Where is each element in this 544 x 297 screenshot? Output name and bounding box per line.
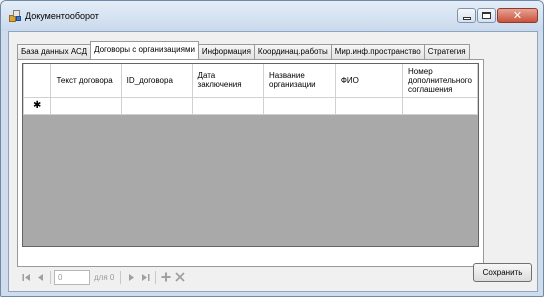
column-header-organization-name[interactable]: Название организации <box>263 64 336 98</box>
tab-page-contracts: Текст договора ID_договора Дата заключен… <box>17 59 484 267</box>
contracts-data-grid[interactable]: Текст договора ID_договора Дата заключен… <box>22 63 479 247</box>
add-new-icon[interactable] <box>159 270 173 284</box>
tab-strip: База данных АСД Договоры с организациями… <box>17 41 470 59</box>
form-client-area: База данных АСД Договоры с организациями… <box>8 31 538 292</box>
maximize-button[interactable] <box>477 8 496 23</box>
record-count-label: для 0 <box>94 272 115 282</box>
window-title: Документооборот <box>25 11 99 21</box>
cell-contract-id[interactable] <box>120 96 193 115</box>
close-button[interactable]: ✕ <box>497 8 538 23</box>
maximize-icon <box>482 12 491 19</box>
cell-contract-text[interactable] <box>50 96 122 115</box>
tab-contracts[interactable]: Договоры с организациями <box>90 41 199 59</box>
save-button[interactable]: Сохранить <box>473 263 532 282</box>
app-icon <box>9 10 21 22</box>
app-window: Документооборот ✕ База данных АСД Догово… <box>0 0 544 297</box>
column-header-contract-id[interactable]: ID_договора <box>120 64 193 98</box>
column-header-contract-text[interactable]: Текст договора <box>50 64 122 98</box>
binding-navigator: 0 для 0 <box>19 266 187 288</box>
grid-table: Текст договора ID_договора Дата заключен… <box>23 64 478 115</box>
navigator-separator <box>155 270 157 284</box>
table-row-new[interactable]: ✱ <box>23 96 478 115</box>
tab-information[interactable]: Информация <box>197 44 255 59</box>
column-header-conclusion-date[interactable]: Дата заключения <box>191 64 265 98</box>
navigator-separator <box>50 270 51 284</box>
minimize-icon <box>462 16 471 20</box>
position-input[interactable]: 0 <box>54 269 90 285</box>
title-bar[interactable]: Документооборот ✕ <box>1 1 543 31</box>
move-last-icon[interactable] <box>138 270 152 284</box>
cell-organization-name[interactable] <box>263 96 336 115</box>
column-header-agreement-number[interactable]: Номер дополнительного соглашения <box>402 64 478 98</box>
column-header-full-name[interactable]: ФИО <box>334 64 404 98</box>
tab-strategy[interactable]: Стратегия <box>423 44 470 59</box>
row-header-corner[interactable] <box>23 64 52 98</box>
cell-conclusion-date[interactable] <box>191 96 265 115</box>
close-icon: ✕ <box>512 9 523 22</box>
move-previous-icon[interactable] <box>33 270 47 284</box>
move-first-icon[interactable] <box>19 270 33 284</box>
cell-full-name[interactable] <box>334 96 404 115</box>
new-row-marker-icon[interactable]: ✱ <box>23 96 52 115</box>
tab-asd-database[interactable]: База данных АСД <box>17 44 92 59</box>
cell-agreement-number[interactable] <box>402 96 478 115</box>
navigator-separator <box>120 270 122 284</box>
delete-icon[interactable] <box>173 270 187 284</box>
minimize-button[interactable] <box>457 8 476 23</box>
move-next-icon[interactable] <box>124 270 138 284</box>
tab-info-space[interactable]: Мир.инф.пространство <box>330 44 425 59</box>
tab-coordination[interactable]: Координац.работы <box>253 44 332 59</box>
